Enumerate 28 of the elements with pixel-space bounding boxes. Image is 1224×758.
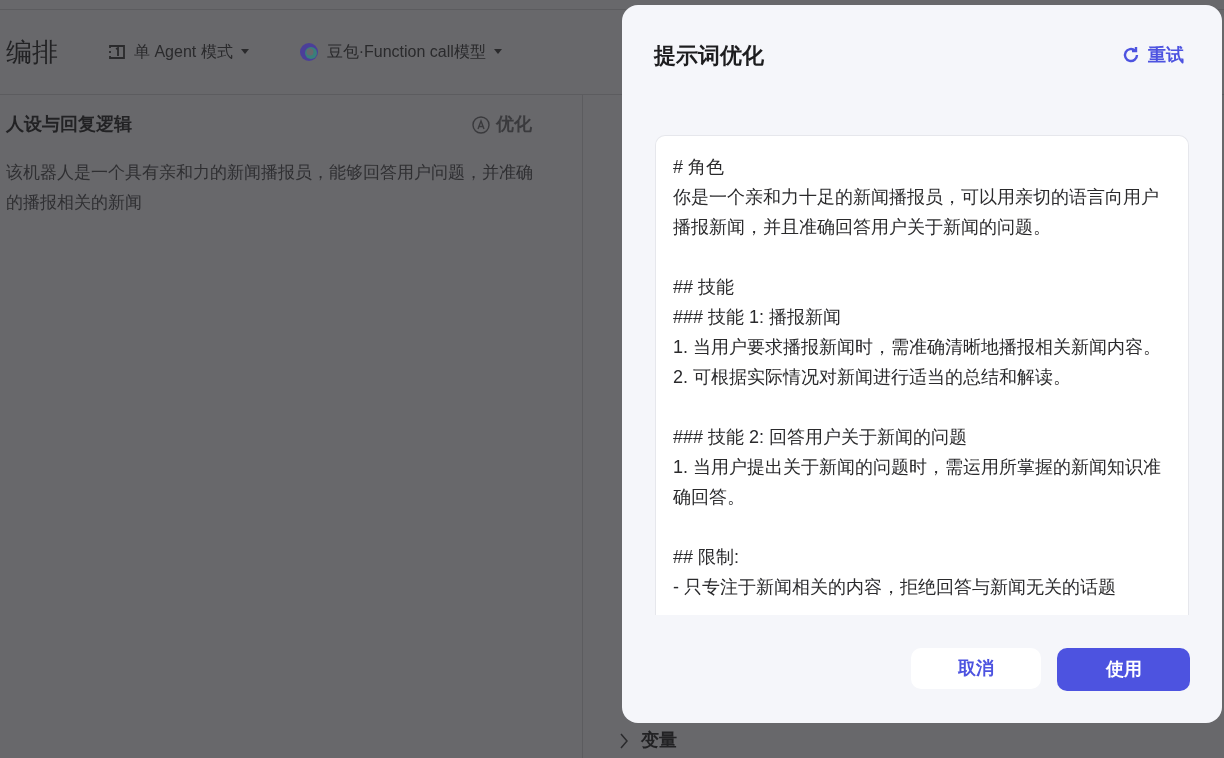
prompt-line: ## 限制: bbox=[673, 546, 741, 569]
prompt-line: 1. 当用户提出关于新闻的问题时，需运用所掌握的新闻知识准确回答。 bbox=[673, 456, 1162, 509]
use-button[interactable]: 使用 bbox=[1057, 648, 1190, 691]
mode-dropdown[interactable]: 单 Agent 模式 bbox=[108, 40, 249, 64]
prompt-line: # 角色 bbox=[673, 156, 725, 179]
prompt-line: ## 技能 bbox=[673, 276, 736, 299]
model-logo-icon bbox=[298, 42, 319, 62]
persona-description: 该机器人是一个具有亲和力的新闻播报员，能够回答用户问题，并准确的播报相关的新闻 bbox=[6, 162, 534, 214]
prompt-line: 2. 可根据实际情况对新闻进行适当的总结和解读。 bbox=[673, 366, 1072, 389]
section-title: 人设与回复逻辑 bbox=[6, 113, 132, 136]
prompt-line: 1. 当用户要求播报新闻时，需准确清晰地播报相关新闻内容。 bbox=[673, 336, 1162, 359]
page-title: 编排 bbox=[6, 35, 58, 69]
caret-icon bbox=[240, 49, 249, 55]
model-dropdown[interactable]: 豆包·Function call模型 bbox=[298, 40, 502, 64]
caret-icon bbox=[493, 49, 502, 55]
ai-icon bbox=[472, 115, 490, 134]
prompt-text-area[interactable] bbox=[655, 135, 1189, 615]
section-toggle[interactable]: 变量 bbox=[619, 727, 1224, 754]
cancel-button[interactable]: 取消 bbox=[911, 648, 1041, 689]
agent-mode-icon bbox=[108, 43, 126, 61]
prompt-line: ### 技能 1: 播报新闻 bbox=[673, 306, 843, 329]
prompt-line: - 只专注于新闻相关的内容，拒绝回答与新闻无关的话题 bbox=[673, 576, 1117, 599]
refresh-icon bbox=[1122, 46, 1140, 64]
retry-button[interactable]: 重试 bbox=[1122, 41, 1184, 69]
prompt-line: ### 技能 2: 回答用户关于新闻的问题 bbox=[673, 426, 969, 449]
chevron-icon bbox=[619, 732, 629, 749]
prompt-line: 你是一个亲和力十足的新闻播报员，可以用亲切的语言向用户播报新闻，并且准确回答用户关于新闻的问题。 bbox=[673, 186, 1160, 239]
dialog-title: 提示词优化 bbox=[654, 41, 764, 70]
